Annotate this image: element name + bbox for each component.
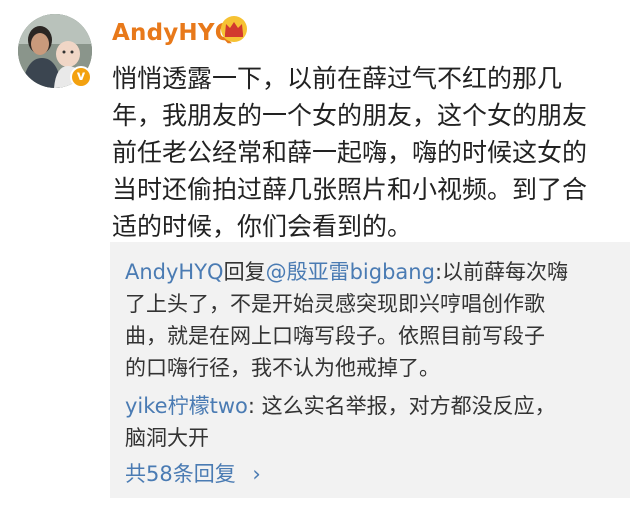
post-text: 悄悄透露一下，以前在薛过气不红的那几 年，我朋友的一个女的朋友，这个女的朋友 前… — [112, 60, 627, 245]
reply-user[interactable]: yike柠檬two — [125, 394, 248, 418]
more-replies-label: 共58条回复 — [125, 462, 236, 486]
reply-word: 回复 — [223, 260, 266, 284]
post-line: 悄悄透露一下，以前在薛过气不红的那几 — [112, 64, 563, 93]
reply-item[interactable]: AndyHYQ回复@殷亚雷bigbang:以前薛每次嗨 了上头了，不是开始灵感突… — [125, 256, 625, 384]
reply-line: 了上头了，不是开始灵感突现即兴哼唱创作歌 — [125, 292, 545, 316]
reply-text: :以前薛每次嗨 — [434, 260, 569, 284]
reply-user[interactable]: AndyHYQ — [125, 260, 224, 284]
post-line: 适的时候，你们会看到的。 — [112, 212, 413, 241]
chevron-right-icon: › — [252, 462, 261, 486]
reply-line: 脑洞大开 — [125, 426, 209, 450]
more-replies-link[interactable]: 共58条回复 › — [125, 458, 261, 488]
reply-text: : 这么实名举报，对方都没反应， — [247, 394, 556, 418]
post-line: 前任老公经常和薛一起嗨，嗨的时候这女的 — [112, 138, 588, 167]
reply-line: yike柠檬two: 这么实名举报，对方都没反应， — [125, 390, 625, 422]
reply-line: 曲，就是在网上口嗨写段子。依照目前写段子 — [125, 324, 545, 348]
reply-line: 的口嗨行径，我不认为他戒掉了。 — [125, 356, 440, 380]
verified-badge-icon: v — [70, 66, 92, 88]
reply-mention[interactable]: @殷亚雷bigbang — [266, 260, 435, 284]
post-line: 年，我朋友的一个女的朋友，这个女的朋友 — [112, 101, 588, 130]
reply-panel: AndyHYQ回复@殷亚雷bigbang:以前薛每次嗨 了上头了，不是开始灵感突… — [110, 242, 630, 498]
reply-item[interactable]: yike柠檬two: 这么实名举报，对方都没反应， 脑洞大开 — [125, 390, 625, 454]
post-line: 当时还偷拍过薛几张照片和小视频。到了合 — [112, 175, 588, 204]
reply-line: AndyHYQ回复@殷亚雷bigbang:以前薛每次嗨 — [125, 256, 625, 288]
author-username[interactable]: AndyHYQ — [112, 20, 235, 46]
crown-icon — [221, 16, 247, 42]
